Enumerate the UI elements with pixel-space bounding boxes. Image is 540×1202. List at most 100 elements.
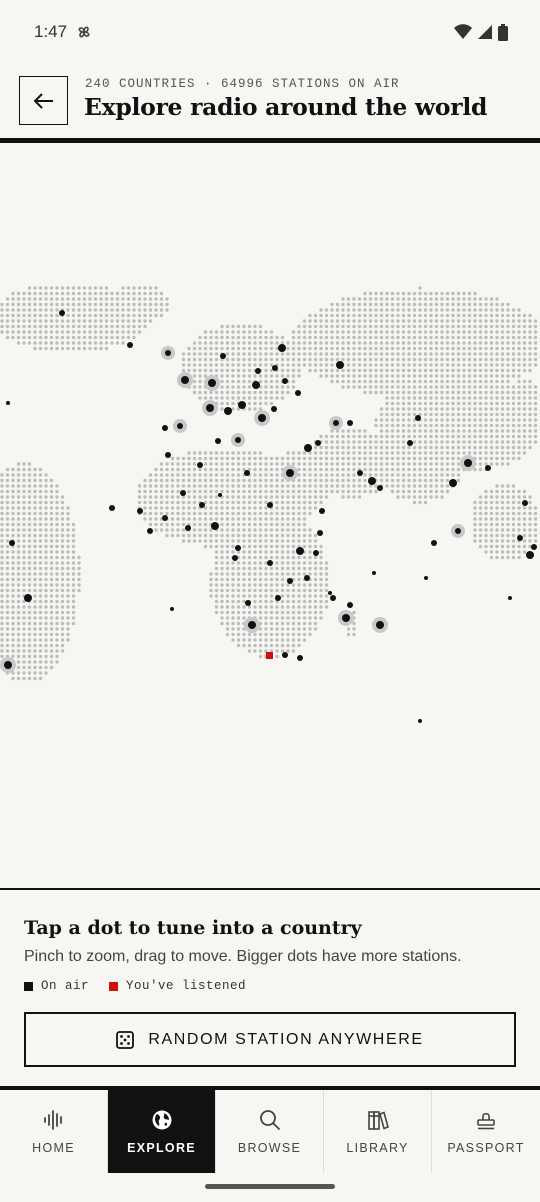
country-station-dot[interactable] (252, 381, 260, 389)
country-station-dot[interactable] (304, 444, 312, 452)
country-station-dot[interactable] (455, 528, 461, 534)
country-station-dot[interactable] (224, 407, 232, 415)
country-station-dot[interactable] (296, 547, 304, 555)
country-station-dot[interactable] (267, 560, 273, 566)
country-station-dot[interactable] (185, 525, 191, 531)
random-station-button[interactable]: RANDOM STATION ANYWHERE (24, 1012, 516, 1067)
country-station-dot[interactable] (199, 502, 205, 508)
country-station-dot[interactable] (368, 477, 376, 485)
country-station-dot[interactable] (235, 545, 241, 551)
country-station-dot[interactable] (449, 479, 457, 487)
country-station-dot[interactable] (177, 423, 183, 429)
country-station-dot[interactable] (342, 614, 350, 622)
country-station-dot[interactable] (215, 438, 221, 444)
world-map[interactable] (0, 143, 540, 888)
country-station-dot[interactable] (330, 595, 336, 601)
country-station-dot[interactable] (377, 485, 383, 491)
country-station-dot[interactable] (286, 469, 294, 477)
nav-home[interactable]: HOME (0, 1090, 108, 1173)
land-dot (38, 583, 43, 587)
country-station-dot[interactable] (376, 621, 384, 629)
country-station-dot[interactable] (4, 661, 12, 669)
country-station-dot[interactable] (282, 652, 288, 658)
country-station-dot[interactable] (522, 500, 528, 506)
country-station-dot[interactable] (238, 401, 246, 409)
country-station-dot[interactable] (181, 376, 189, 384)
country-station-dot[interactable] (315, 440, 321, 446)
country-station-dot[interactable] (333, 420, 339, 426)
country-station-dot[interactable] (235, 437, 241, 443)
country-station-dot[interactable] (211, 522, 219, 530)
country-station-dot[interactable] (206, 404, 214, 412)
country-station-dot[interactable] (258, 414, 266, 422)
land-dot (60, 302, 65, 307)
country-station-dot[interactable] (287, 578, 293, 584)
country-station-dot[interactable] (424, 576, 428, 580)
country-station-dot[interactable] (407, 440, 413, 446)
nav-browse[interactable]: BROWSE (216, 1090, 324, 1173)
status-icons (454, 23, 508, 41)
country-station-dot[interactable] (517, 535, 523, 541)
country-station-dot[interactable] (180, 490, 186, 496)
land-dot (115, 335, 120, 340)
country-station-dot[interactable] (9, 540, 15, 546)
country-station-dot[interactable] (244, 470, 250, 476)
world-map-canvas[interactable] (0, 143, 540, 888)
country-station-dot[interactable] (6, 401, 10, 405)
country-station-dot[interactable] (162, 425, 168, 431)
country-station-dot[interactable] (304, 575, 310, 581)
land-dot (522, 517, 527, 521)
country-station-dot[interactable] (278, 344, 286, 352)
country-station-dot[interactable] (336, 361, 344, 369)
back-button[interactable] (19, 76, 68, 125)
land-dot (269, 484, 274, 488)
country-station-dot[interactable] (267, 502, 273, 508)
nav-library[interactable]: LIBRARY (324, 1090, 432, 1173)
country-station-dot[interactable] (328, 591, 332, 595)
country-station-dot[interactable] (208, 379, 216, 387)
country-station-dot[interactable] (297, 655, 303, 661)
country-station-dot[interactable] (531, 544, 537, 550)
country-station-dot[interactable] (464, 459, 472, 467)
country-station-dot[interactable] (508, 596, 512, 600)
country-station-dot[interactable] (245, 600, 251, 606)
country-station-dot[interactable] (255, 368, 261, 374)
country-station-dot[interactable] (165, 452, 171, 458)
country-station-dot[interactable] (347, 602, 353, 608)
country-station-dot[interactable] (431, 540, 437, 546)
country-station-dot[interactable] (248, 621, 256, 629)
listened-country-dot[interactable] (266, 652, 273, 659)
country-station-dot[interactable] (170, 607, 174, 611)
country-station-dot[interactable] (218, 493, 222, 497)
country-station-dot[interactable] (165, 350, 171, 356)
country-station-dot[interactable] (282, 378, 288, 384)
land-dot (302, 330, 307, 334)
country-station-dot[interactable] (319, 508, 325, 514)
country-station-dot[interactable] (372, 571, 376, 575)
country-station-dot[interactable] (137, 508, 143, 514)
country-station-dot[interactable] (271, 406, 277, 412)
country-station-dot[interactable] (275, 595, 281, 601)
country-station-dot[interactable] (485, 465, 491, 471)
country-station-dot[interactable] (220, 353, 226, 359)
country-station-dot[interactable] (347, 420, 353, 426)
country-station-dot[interactable] (272, 365, 278, 371)
country-station-dot[interactable] (162, 515, 168, 521)
land-dot (302, 319, 307, 323)
country-station-dot[interactable] (232, 555, 238, 561)
country-station-dot[interactable] (295, 390, 301, 396)
country-station-dot[interactable] (24, 594, 32, 602)
nav-passport[interactable]: PASSPORT (432, 1090, 540, 1173)
country-station-dot[interactable] (109, 505, 115, 511)
country-station-dot[interactable] (357, 470, 363, 476)
country-station-dot[interactable] (313, 550, 319, 556)
country-station-dot[interactable] (147, 528, 153, 534)
country-station-dot[interactable] (59, 310, 65, 316)
country-station-dot[interactable] (418, 719, 422, 723)
country-station-dot[interactable] (415, 415, 421, 421)
nav-explore[interactable]: EXPLORE (108, 1090, 216, 1173)
country-station-dot[interactable] (197, 462, 203, 468)
country-station-dot[interactable] (526, 551, 534, 559)
country-station-dot[interactable] (317, 530, 323, 536)
country-station-dot[interactable] (127, 342, 133, 348)
